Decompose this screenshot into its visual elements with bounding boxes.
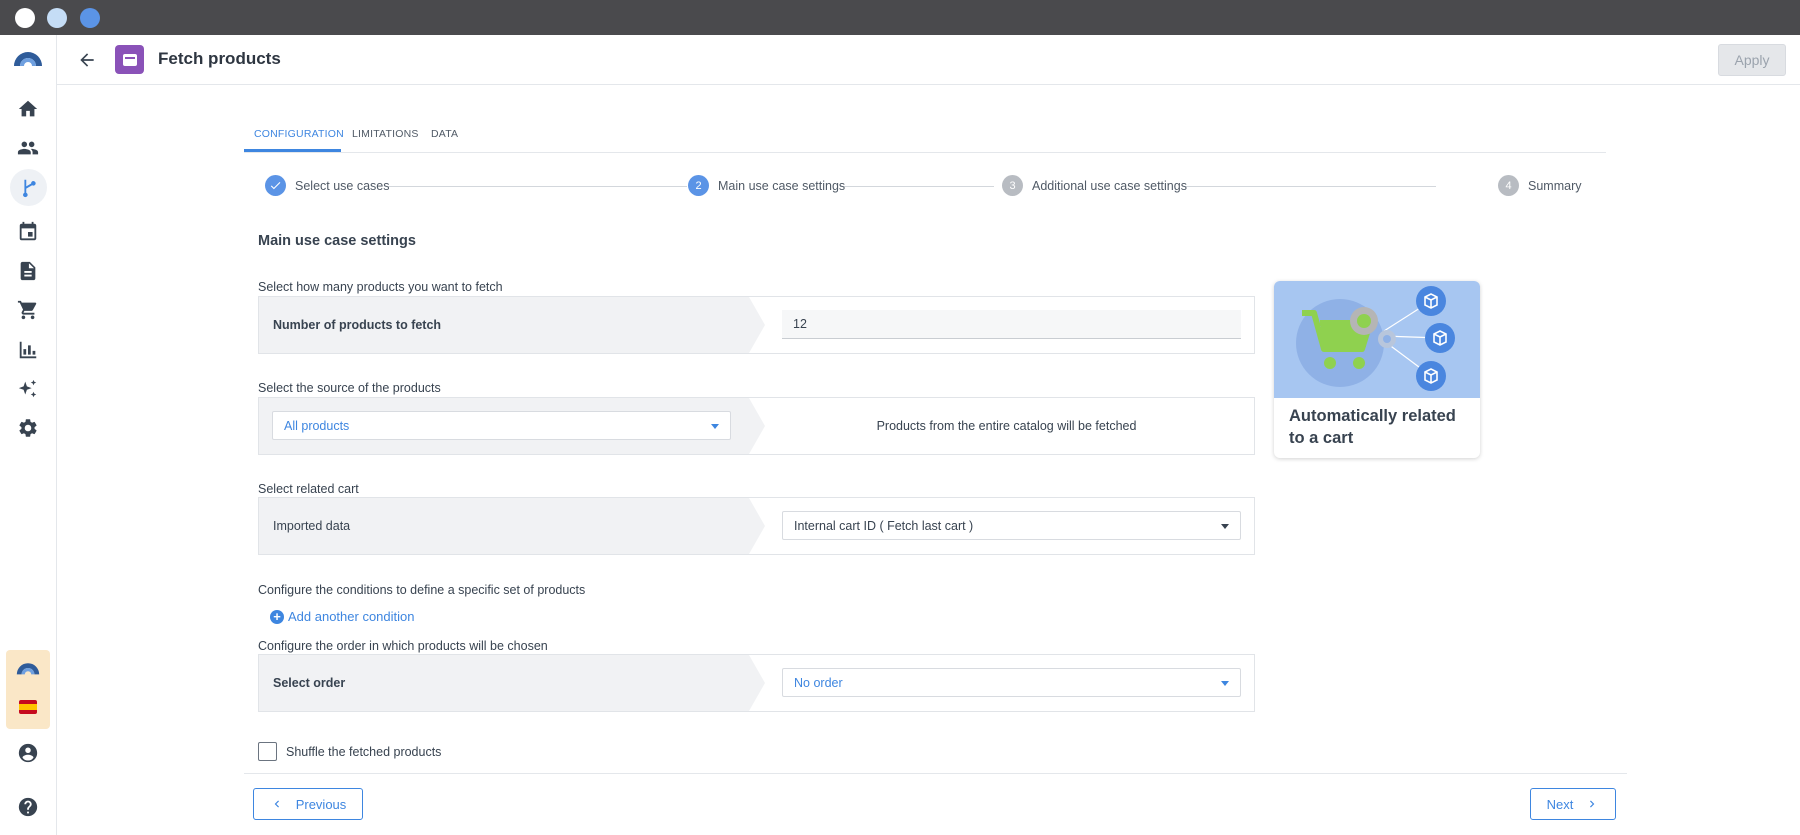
chevron-left-icon	[274, 800, 279, 808]
step-connector	[840, 186, 994, 187]
check-icon	[265, 175, 286, 196]
spain-flag-icon	[19, 700, 37, 714]
page-title: Fetch products	[158, 49, 281, 68]
step-connector	[1184, 186, 1436, 187]
shuffle-label: Shuffle the fetched products	[286, 744, 442, 759]
bar-chart-icon[interactable]	[16, 338, 40, 362]
order-row: Select order No order	[258, 654, 1255, 712]
window-titlebar	[0, 0, 1800, 35]
source-field-label: Select the source of the products	[258, 381, 441, 395]
cart-row-label: Imported data	[273, 519, 351, 533]
brand-logo-icon	[15, 660, 41, 676]
add-condition-button[interactable]: + Add another condition	[270, 609, 414, 624]
step-select-use-cases[interactable]: Select use cases	[265, 175, 390, 196]
step-label: Main use case settings	[718, 178, 846, 193]
row-label-panel: Select order	[259, 655, 765, 711]
cart-icon[interactable]	[16, 298, 40, 322]
help-icon[interactable]	[16, 795, 40, 819]
calendar-icon[interactable]	[16, 220, 40, 244]
source-select[interactable]: All products	[272, 411, 731, 440]
section-title: Main use case settings	[258, 233, 416, 249]
add-condition-label: Add another condition	[288, 609, 415, 624]
order-field-label: Configure the order in which products wi…	[258, 639, 548, 653]
next-label: Next	[1546, 796, 1574, 812]
previous-button[interactable]: Previous	[253, 788, 363, 820]
window-close-button[interactable]	[15, 8, 35, 28]
account-switcher[interactable]	[6, 650, 50, 729]
window-minimize-button[interactable]	[47, 8, 67, 28]
step-label: Select use cases	[295, 178, 390, 193]
apply-button[interactable]: Apply	[1718, 44, 1786, 76]
tab-configuration[interactable]: CONFIGURATION	[254, 128, 344, 140]
fetch-products-badge-icon	[115, 45, 144, 74]
cart-row: Imported data Internal cart ID ( Fetch l…	[258, 497, 1255, 555]
document-icon[interactable]	[16, 259, 40, 283]
account-icon[interactable]	[16, 741, 40, 765]
order-select-value: No order	[794, 675, 843, 690]
cart-field-label: Select related cart	[258, 482, 359, 496]
gear-icon[interactable]	[16, 416, 40, 440]
sidebar	[0, 35, 57, 835]
count-row-label: Number of products to fetch	[273, 318, 442, 332]
tab-limitations[interactable]: LIMITATIONS	[352, 128, 419, 140]
source-select-value: All products	[284, 418, 350, 433]
active-tab-indicator	[244, 149, 341, 152]
source-description: Products from the entire catalog will be…	[876, 419, 1137, 433]
tab-bar: CONFIGURATION LIMITATIONS DATA	[244, 112, 1606, 153]
home-icon[interactable]	[16, 97, 40, 121]
step-label: Additional use case settings	[1032, 178, 1187, 193]
row-label-panel: Imported data	[259, 498, 765, 554]
step-number: 3	[1002, 175, 1023, 196]
back-arrow-icon[interactable]	[75, 48, 99, 72]
next-button[interactable]: Next	[1530, 788, 1616, 820]
conditions-field-label: Configure the conditions to define a spe…	[258, 583, 586, 597]
chevron-down-icon	[1221, 681, 1229, 686]
people-icon[interactable]	[16, 136, 40, 160]
step-number: 2	[688, 175, 709, 196]
footer-divider	[244, 773, 1627, 774]
chevron-down-icon	[1221, 524, 1229, 529]
row-label-panel: Number of products to fetch	[259, 297, 765, 353]
cart-select[interactable]: Internal cart ID ( Fetch last cart )	[782, 511, 1241, 540]
shuffle-checkbox[interactable]	[258, 742, 277, 761]
flow-icon[interactable]	[10, 169, 47, 206]
step-label: Summary	[1528, 178, 1582, 193]
step-number: 4	[1498, 175, 1519, 196]
shuffle-option[interactable]: Shuffle the fetched products	[258, 742, 441, 761]
cart-select-value: Internal cart ID ( Fetch last cart )	[794, 518, 974, 533]
product-count-input[interactable]	[782, 310, 1241, 339]
chevron-down-icon	[711, 424, 719, 429]
source-row: All products Products from the entire ca…	[258, 397, 1255, 455]
plus-circle-icon: +	[270, 609, 284, 624]
window-maximize-button[interactable]	[80, 8, 100, 28]
cart-illustration	[1274, 281, 1480, 398]
step-main-use-case-settings[interactable]: 2 Main use case settings	[688, 175, 845, 196]
card-title: Automatically related to a cart	[1289, 407, 1456, 447]
chevron-right-icon	[1590, 800, 1595, 808]
page-header: Fetch products Apply	[57, 35, 1800, 85]
step-additional-use-case-settings[interactable]: 3 Additional use case settings	[1002, 175, 1187, 196]
logo-arc-icon[interactable]	[12, 46, 44, 70]
order-select[interactable]: No order	[782, 668, 1241, 697]
stepper: Select use cases 2 Main use case setting…	[244, 175, 1606, 199]
use-case-card: Automatically related to a cart	[1274, 281, 1480, 458]
count-field-label: Select how many products you want to fet…	[258, 280, 503, 294]
tab-data[interactable]: DATA	[431, 128, 458, 140]
count-row: Number of products to fetch	[258, 296, 1255, 354]
order-row-label: Select order	[273, 676, 346, 690]
sparkle-icon[interactable]	[16, 377, 40, 401]
step-summary[interactable]: 4 Summary	[1498, 175, 1581, 196]
step-connector	[387, 186, 687, 187]
previous-label: Previous	[295, 796, 347, 812]
